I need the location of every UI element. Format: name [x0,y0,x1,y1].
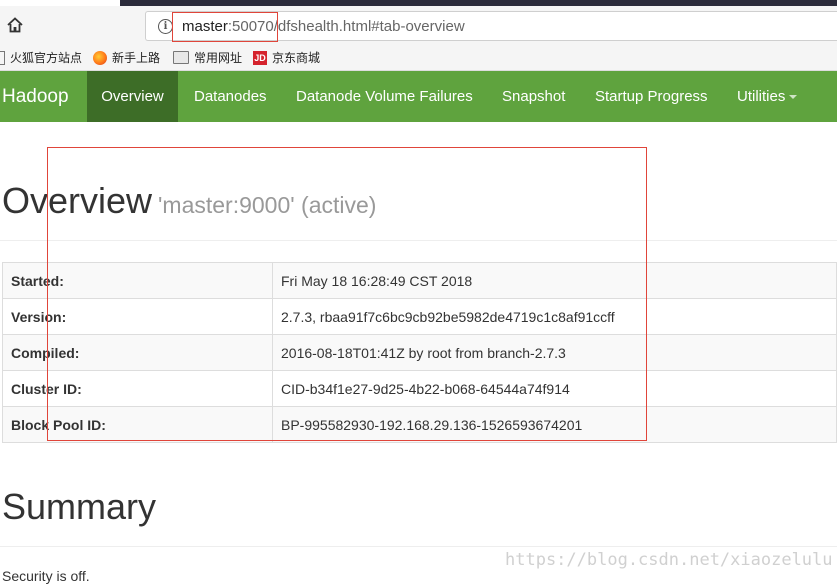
firefox-icon [93,50,107,65]
browser-toolbar: i master:50070/dfshealth.html#tab-overvi… [0,6,837,46]
bookmark-firefox-site[interactable]: 火狐官方站点 [0,49,82,66]
page-icon [0,50,5,65]
navbar-brand[interactable]: Hadoop [2,71,69,122]
bookmark-jd[interactable]: JD 京东商城 [253,49,320,66]
annotation-box [47,147,647,441]
url-annotation-box [172,12,278,42]
bookmarks-bar: 火狐官方站点 新手上路 常用网址 JD 京东商城 [0,46,837,71]
bookmark-getting-started[interactable]: 新手上路 [93,49,160,66]
site-info-icon[interactable]: i [158,19,173,34]
bookmark-common-sites[interactable]: 常用网址 [173,49,242,66]
watermark: https://blog.csdn.net/xiaozelulu [505,550,833,570]
tab-datanode-volume-failures[interactable]: Datanode Volume Failures [296,71,473,122]
summary-heading: Summary [2,486,157,527]
bookmark-label: 京东商城 [272,51,321,65]
tab-utilities[interactable]: Utilities [737,71,798,122]
home-icon[interactable] [6,16,24,34]
bookmark-label: 火狐官方站点 [10,51,83,65]
tab-snapshot[interactable]: Snapshot [502,71,565,122]
caret-down-icon [789,95,798,100]
tab-datanodes[interactable]: Datanodes [194,71,267,122]
jd-icon: JD [253,50,267,65]
divider [0,546,837,547]
tab-startup-progress[interactable]: Startup Progress [595,71,708,122]
bookmark-label: 新手上路 [112,51,161,65]
bookmark-label: 常用网址 [194,51,243,65]
folder-icon [173,51,189,64]
hadoop-navbar: Hadoop Overview Datanodes Datanode Volum… [0,71,837,122]
tab-overview[interactable]: Overview [87,71,178,122]
utilities-label: Utilities [737,88,786,105]
security-status: Security is off. [2,568,90,584]
